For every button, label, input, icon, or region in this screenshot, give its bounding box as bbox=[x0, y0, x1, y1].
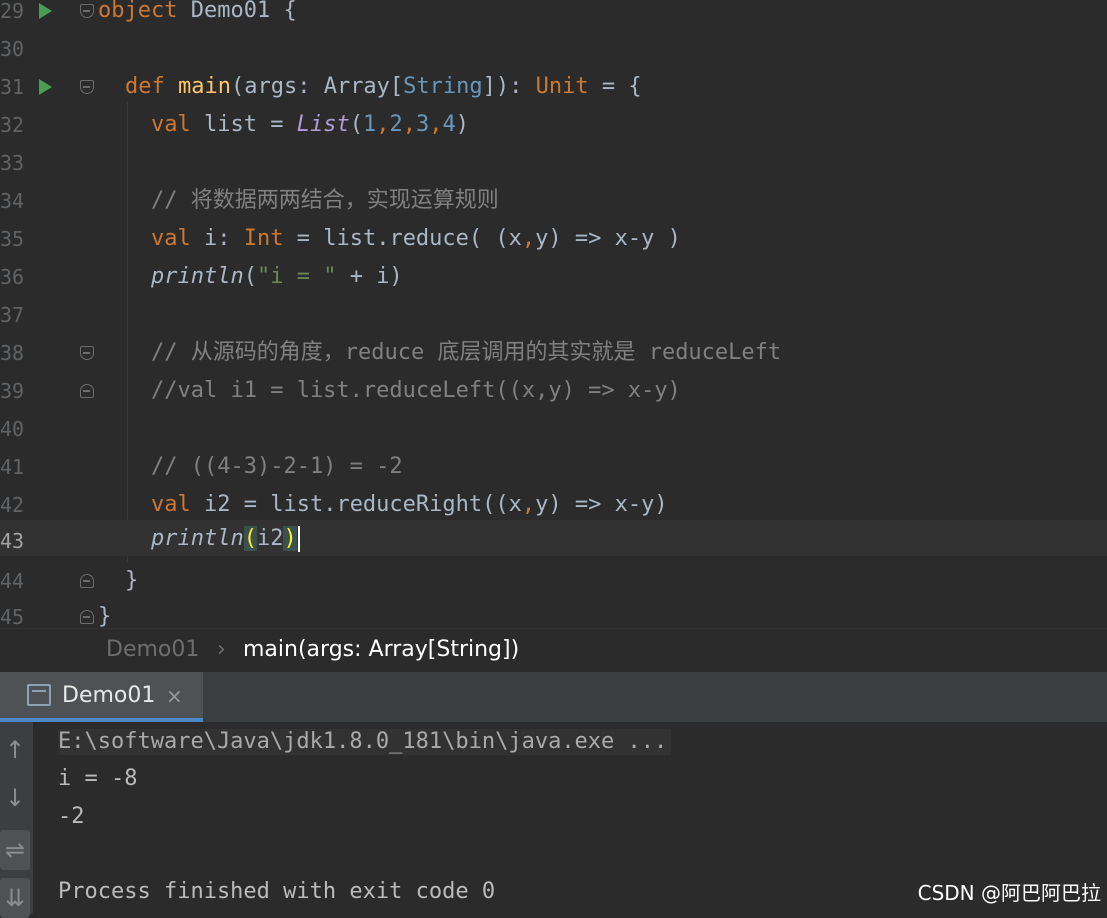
code-line-41[interactable]: 41 // ((4-3)-2-1) = -2 bbox=[0, 456, 1107, 494]
close-icon[interactable]: × bbox=[166, 684, 183, 708]
code-line-43-current[interactable]: 43 println(i2) bbox=[0, 520, 1107, 556]
code-comment: //val i1 = list.reduceLeft((x,y) => x-y) bbox=[151, 378, 681, 403]
breadcrumb: Demo01 › main(args: Array[String]) bbox=[0, 628, 1107, 673]
line-number: 29 bbox=[0, 0, 25, 23]
line-number: 41 bbox=[0, 455, 25, 479]
scroll-to-end-icon[interactable]: ⇊ bbox=[0, 878, 30, 918]
code-text: val i: Int = list.reduce( (x,y) => x-y ) bbox=[151, 226, 681, 251]
watermark: CSDN @阿巴阿巴拉 bbox=[917, 881, 1101, 905]
line-number: 36 bbox=[0, 265, 25, 289]
code-comment: // 将数据两两结合，实现运算规则 bbox=[151, 188, 499, 213]
code-comment: // ((4-3)-2-1) = -2 bbox=[151, 454, 403, 479]
fold-end-icon[interactable] bbox=[80, 384, 94, 398]
run-side-toolbar: ↑ ↓ ⇌ ⇊ bbox=[0, 722, 33, 918]
line-number: 35 bbox=[0, 227, 25, 251]
code-line-45[interactable]: 45 } bbox=[0, 604, 1107, 629]
console-icon bbox=[27, 684, 51, 706]
line-number: 37 bbox=[0, 303, 25, 327]
console-line-command: E:\software\Java\jdk1.8.0_181\bin\java.e… bbox=[58, 729, 672, 755]
code-text: } bbox=[125, 568, 139, 593]
line-number: 32 bbox=[0, 113, 25, 137]
line-number: 44 bbox=[0, 569, 25, 593]
code-line-40[interactable]: 40 bbox=[0, 418, 1107, 456]
code-text: println("i = " + i) bbox=[151, 264, 403, 289]
fold-end-icon[interactable] bbox=[80, 610, 94, 624]
code-line-38[interactable]: 38 // 从源码的角度，reduce 底层调用的其实就是 reduceLeft bbox=[0, 342, 1107, 380]
line-number: 45 bbox=[0, 605, 25, 628]
line-number: 30 bbox=[0, 37, 25, 61]
fold-icon[interactable] bbox=[80, 346, 94, 360]
console-line-exit: Process finished with exit code 0 bbox=[58, 879, 496, 904]
code-line-33[interactable]: 33 bbox=[0, 152, 1107, 190]
text-caret bbox=[297, 526, 300, 552]
line-number: 31 bbox=[0, 75, 25, 99]
code-editor[interactable]: 29 object Demo01 { 30 31 def main(args: … bbox=[0, 0, 1107, 628]
code-text: } bbox=[98, 604, 112, 628]
run-main-icon[interactable] bbox=[39, 79, 52, 95]
code-text: println(i2) bbox=[151, 526, 300, 564]
code-line-32[interactable]: 32 val list = List(1,2,3,4) bbox=[0, 114, 1107, 152]
tab-run-demo01[interactable]: Demo01 × bbox=[0, 672, 203, 722]
fold-icon[interactable] bbox=[80, 80, 94, 94]
code-line-37[interactable]: 37 bbox=[0, 304, 1107, 342]
line-number: 43 bbox=[0, 529, 25, 553]
code-line-30[interactable]: 30 bbox=[0, 38, 1107, 76]
code-text: object Demo01 { bbox=[98, 0, 297, 23]
line-number: 39 bbox=[0, 379, 25, 403]
soft-wrap-icon[interactable]: ⇌ bbox=[0, 830, 30, 870]
run-object-icon[interactable] bbox=[39, 3, 52, 19]
code-line-29[interactable]: 29 object Demo01 { bbox=[0, 0, 1107, 38]
code-line-35[interactable]: 35 val i: Int = list.reduce( (x,y) => x-… bbox=[0, 228, 1107, 266]
code-line-39[interactable]: 39 //val i1 = list.reduceLeft((x,y) => x… bbox=[0, 380, 1107, 418]
console-line: -2 bbox=[58, 804, 85, 829]
arrow-up-icon[interactable]: ↑ bbox=[0, 730, 30, 770]
line-number: 38 bbox=[0, 341, 25, 365]
code-line-31[interactable]: 31 def main(args: Array[String]): Unit =… bbox=[0, 76, 1107, 114]
line-number: 33 bbox=[0, 151, 25, 175]
run-tab-label: Demo01 bbox=[62, 683, 156, 708]
fold-end-icon[interactable] bbox=[80, 574, 94, 588]
code-line-36[interactable]: 36 println("i = " + i) bbox=[0, 266, 1107, 304]
chevron-right-icon: › bbox=[217, 637, 226, 662]
arrow-down-icon[interactable]: ↓ bbox=[0, 778, 30, 818]
breadcrumb-object[interactable]: Demo01 bbox=[106, 637, 199, 662]
console-line: i = -8 bbox=[58, 766, 138, 791]
breadcrumb-method[interactable]: main(args: Array[String]) bbox=[243, 637, 519, 662]
code-text: def main(args: Array[String]): Unit = { bbox=[125, 74, 642, 99]
line-number: 34 bbox=[0, 189, 25, 213]
code-text: val list = List(1,2,3,4) bbox=[151, 112, 469, 137]
line-number: 40 bbox=[0, 417, 25, 441]
run-tool-window-header: Demo01 × bbox=[0, 672, 1107, 723]
code-line-34[interactable]: 34 // 将数据两两结合，实现运算规则 bbox=[0, 190, 1107, 228]
code-comment: // 从源码的角度，reduce 底层调用的其实就是 reduceLeft bbox=[151, 340, 782, 365]
code-line-44[interactable]: 44 } bbox=[0, 570, 1107, 608]
fold-icon[interactable] bbox=[80, 4, 94, 18]
